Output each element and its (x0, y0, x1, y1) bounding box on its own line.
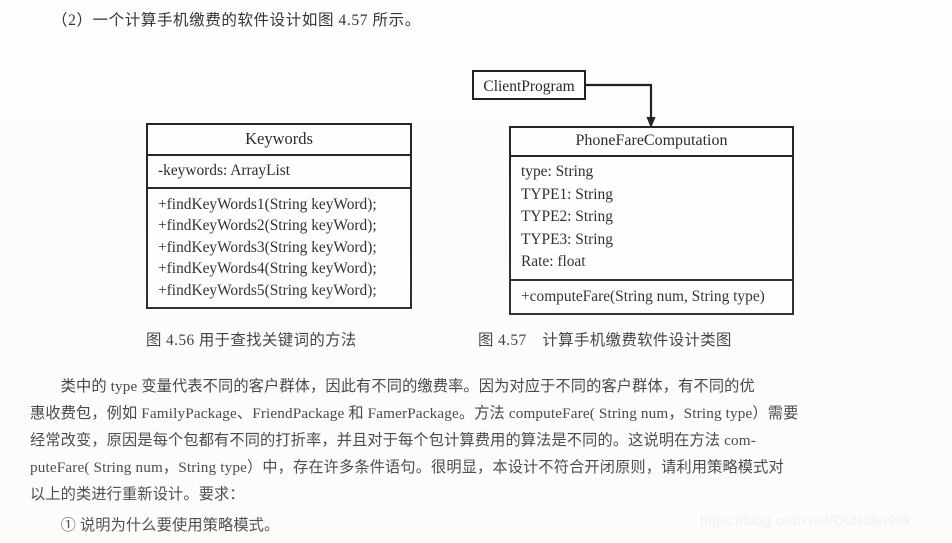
uml-attribute: -keywords: ArrayList (158, 162, 291, 179)
uml-attribute: type: String (521, 163, 594, 180)
uml-operation: +findKeyWords1(String keyWord); (158, 195, 377, 213)
uml-attributes-phone-fare-computation: type: String TYPE1: String TYPE2: String… (511, 155, 792, 279)
uml-class-name-phone-fare-computation: PhoneFareComputation (575, 132, 728, 149)
uml-operations-phone-fare-computation: +computeFare(String num, String type) (511, 278, 792, 314)
body-line: 经常改变，原因是每个包都有不同的打折率，并且对于每个包计算费用的算法是不同的。这… (30, 432, 756, 449)
uml-class-keywords: Keywords -keywords: ArrayList +findKeyWo… (146, 123, 412, 309)
uml-operation: +findKeyWords5(String keyWord); (158, 281, 377, 299)
figure-caption-4-56: 图 4.56 用于查找关键词的方法 (146, 332, 357, 349)
uml-attributes-keywords: -keywords: ArrayList (148, 154, 410, 187)
uml-operation: +computeFare(String num, String type) (521, 287, 765, 305)
body-line: puteFare( String num，String type）中，存在许多条… (30, 459, 784, 476)
body-line: 惠收费包，例如 FamilyPackage、FriendPackage 和 Fa… (30, 405, 799, 422)
uml-attribute: TYPE1: String (521, 185, 613, 203)
uml-attribute: TYPE3: String (521, 230, 613, 248)
uml-operation: +findKeyWords3(String keyWord); (158, 238, 377, 256)
figure-caption-4-57: 图 4.57 计算手机缴费软件设计类图 (478, 332, 732, 349)
uml-operation: +findKeyWords4(String keyWord); (158, 260, 377, 277)
uml-operations-keywords: +findKeyWords1(String keyWord); +findKey… (148, 186, 410, 308)
uml-operation: +findKeyWords2(String keyWord); (158, 217, 377, 234)
body-line: 类中的 type 变量代表不同的客户群体，因此有不同的缴费率。因为对应于不同的客… (30, 378, 755, 395)
watermark-text: https://blog.csdn.net/Outsider98k (700, 512, 912, 528)
body-line: 以上的类进行重新设计。要求： (30, 486, 245, 503)
uml-class-phone-fare-computation: PhoneFareComputation type: String TYPE1:… (509, 126, 794, 315)
uml-attribute: TYPE2: String (521, 208, 613, 225)
uml-class-client-program: ClientProgram (472, 70, 586, 100)
uml-class-name-client-program: ClientProgram (483, 78, 575, 95)
uml-attribute: Rate: float (521, 253, 586, 270)
uml-class-name-keywords: Keywords (245, 129, 313, 148)
scanned-page: （2）一个计算手机缴费的软件设计如图 4.57 所示。 Keywords -ke… (0, 0, 952, 543)
intro-paragraph: （2）一个计算手机缴费的软件设计如图 4.57 所示。 (52, 12, 421, 29)
